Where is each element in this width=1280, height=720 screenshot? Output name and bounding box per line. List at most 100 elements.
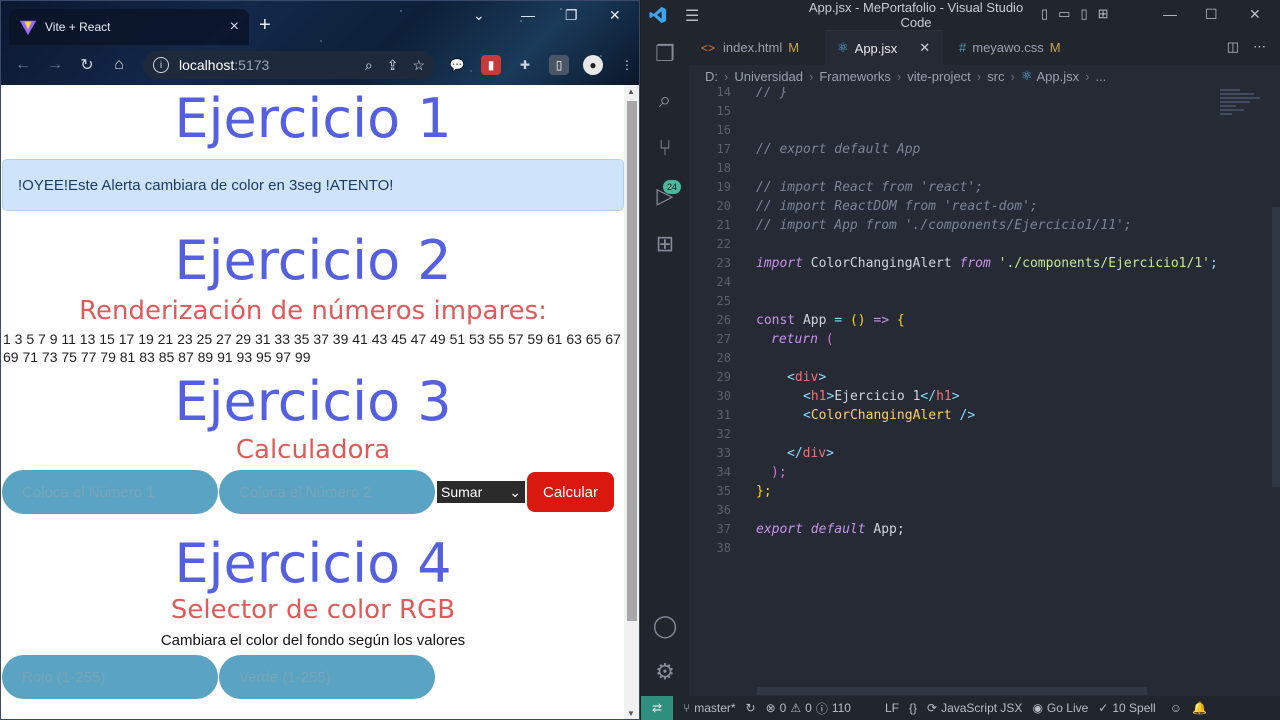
ej4-caption: Cambiara el color del fondo según los va… [160, 632, 466, 649]
operator: = [834, 313, 850, 328]
remote-icon[interactable]: ⇄ [641, 696, 673, 720]
breadcrumb-item[interactable]: ... [1095, 69, 1106, 84]
address-bar[interactable]: i localhost:5173 ⌕ ⇪ ☆ [143, 51, 435, 79]
number2-input[interactable]: Coloca el Número 2 [219, 470, 435, 514]
breadcrumb-item[interactable]: App.jsx [1036, 69, 1079, 84]
breadcrumb-item[interactable]: D: [705, 69, 718, 84]
browser-window: Vite + React × + ⌄ — ❐ ✕ ← → ↻ ⌂ i local… [0, 0, 640, 720]
code-line: // import App from './components/Ejercic… [756, 218, 1132, 233]
scroll-down-icon[interactable]: ▼ [627, 709, 635, 718]
line-number: 27 [716, 332, 731, 346]
minimize-icon[interactable]: — [1163, 6, 1177, 22]
eol-status[interactable]: LF [885, 701, 899, 715]
page-scrollbar[interactable]: ▲ ▼ [624, 85, 639, 719]
toggle-sidebar-icon[interactable]: ▯ [1041, 6, 1048, 22]
extensions-icon[interactable]: ⊞ [651, 230, 679, 258]
home-icon[interactable]: ⌂ [103, 49, 135, 81]
spell-label: 10 Spell [1112, 701, 1156, 715]
share-icon[interactable]: ⇪ [387, 57, 399, 74]
rgb-row: Rojo (1-255) Verde (1-255) [2, 655, 624, 699]
info-icon[interactable]: i [153, 57, 169, 73]
tab-app-jsx[interactable]: ⚛ App.jsx ✕ [825, 30, 943, 65]
line-number: 32 [716, 427, 731, 441]
code-line: ); [771, 465, 787, 480]
tab-index-html[interactable]: <> index.html M [689, 30, 813, 65]
chat-extension-icon[interactable]: 💬 [447, 55, 467, 75]
line-number: 34 [716, 465, 731, 479]
close-tab-icon[interactable]: ✕ [919, 40, 930, 56]
notifications-icon[interactable]: 🔔 [1192, 701, 1207, 715]
puzzle-icon[interactable]: ✚ [515, 55, 535, 75]
maximize-icon[interactable]: ☐ [1205, 6, 1218, 23]
settings-gear-icon[interactable]: ⚙ [651, 658, 679, 686]
back-icon[interactable]: ← [7, 49, 39, 81]
avatar[interactable]: ● [583, 55, 603, 75]
menu-dots-icon[interactable]: ⋮ [617, 55, 637, 75]
new-tab-button[interactable]: + [259, 15, 271, 35]
editor-actions: ◫ ⋯ [1227, 39, 1266, 55]
minimize-icon[interactable]: — [521, 7, 535, 23]
split-editor-icon[interactable]: ◫ [1227, 39, 1239, 55]
code-editor[interactable]: 14// } 15 16 17// export default App 18 … [689, 87, 1280, 696]
feedback-icon[interactable]: ☺ [1170, 701, 1182, 715]
line-number: 31 [716, 408, 731, 422]
tab-meyawo-css[interactable]: # meyawo.css M [947, 30, 1077, 65]
run-debug-icon[interactable]: ▷ [651, 182, 679, 210]
source-control-icon[interactable]: ⑂ [651, 134, 679, 162]
sidebar-icon[interactable]: ▯ [549, 55, 569, 75]
breadcrumb-item[interactable]: vite-project [907, 69, 971, 84]
operation-selected: Sumar [441, 484, 483, 500]
punctuation: < [803, 389, 811, 404]
more-actions-icon[interactable]: ⋯ [1253, 39, 1266, 55]
number1-input[interactable]: Coloca el Número 1 [2, 470, 218, 514]
horizontal-scrollbar[interactable] [757, 687, 1147, 695]
breadcrumb-item[interactable]: src [987, 69, 1004, 84]
close-window-icon[interactable]: ✕ [609, 7, 621, 24]
problems-status[interactable]: ⊗ 0 ⚠ 0 ⓘ 110 [766, 700, 851, 717]
accounts-icon[interactable]: ◯ [651, 612, 679, 640]
red-input[interactable]: Rojo (1-255) [2, 655, 218, 699]
minimap[interactable] [1220, 87, 1268, 147]
explorer-icon[interactable]: ❐ [651, 40, 679, 68]
breadcrumb-item[interactable]: Frameworks [819, 69, 891, 84]
browser-tab[interactable]: Vite + React × [9, 9, 249, 45]
line-number: 14 [716, 87, 731, 99]
number2-placeholder: Coloca el Número 2 [239, 483, 372, 501]
search-icon[interactable]: ⌕ [651, 86, 679, 114]
braces-icon[interactable]: {} [909, 701, 917, 715]
code-line: const App = () => { [756, 311, 905, 330]
vscode-titlebar: ☰ App.jsx - MePortafolio - Visual Studio… [641, 0, 1280, 30]
zoom-icon[interactable]: ⌕ [365, 57, 373, 74]
scrollbar-thumb[interactable] [627, 101, 637, 621]
scrollbar-thumb[interactable] [1272, 207, 1280, 487]
code-line: // import ReactDOM from 'react-dom'; [756, 199, 1038, 214]
editor-scrollbar[interactable] [1270, 87, 1280, 696]
reload-icon[interactable]: ↻ [71, 49, 103, 81]
sync-icon[interactable]: ↻ [746, 701, 756, 715]
operation-select[interactable]: Sumar ⌄ [437, 481, 525, 503]
hamburger-menu-icon[interactable]: ☰ [685, 6, 699, 26]
spell-status[interactable]: ✓ 10 Spell [1098, 701, 1155, 715]
tab-search-icon[interactable]: ⌄ [473, 7, 485, 24]
calculate-button[interactable]: Calcular [527, 472, 614, 512]
star-icon[interactable]: ☆ [412, 57, 425, 74]
toggle-panel-icon[interactable]: ▭ [1058, 6, 1070, 22]
ej3-subtitle: Calculadora [235, 435, 391, 465]
sync-mode-icon: ⟳ [927, 701, 938, 715]
green-input[interactable]: Verde (1-255) [219, 655, 435, 699]
forward-icon[interactable]: → [39, 49, 71, 81]
calculator-row: Coloca el Número 1 Coloca el Número 2 Su… [2, 470, 624, 514]
language-status[interactable]: ⟳ JavaScript JSX [927, 701, 1022, 715]
go-live-button[interactable]: ◉ Go Live [1032, 701, 1088, 715]
customize-layout-icon[interactable]: ⊞ [1098, 6, 1109, 22]
reader-extension-icon[interactable]: ▮ [481, 55, 501, 75]
breadcrumb-item[interactable]: Universidad [734, 69, 803, 84]
chevron-right-icon: › [976, 68, 982, 84]
maximize-icon[interactable]: ❐ [565, 7, 578, 24]
scroll-up-icon[interactable]: ▲ [627, 87, 635, 96]
line-number: 30 [716, 389, 731, 403]
branch-status[interactable]: ⑂ master* [683, 701, 736, 715]
close-tab-icon[interactable]: × [230, 18, 239, 36]
close-window-icon[interactable]: ✕ [1249, 6, 1261, 23]
toggle-secondary-sidebar-icon[interactable]: ▯ [1080, 6, 1087, 22]
